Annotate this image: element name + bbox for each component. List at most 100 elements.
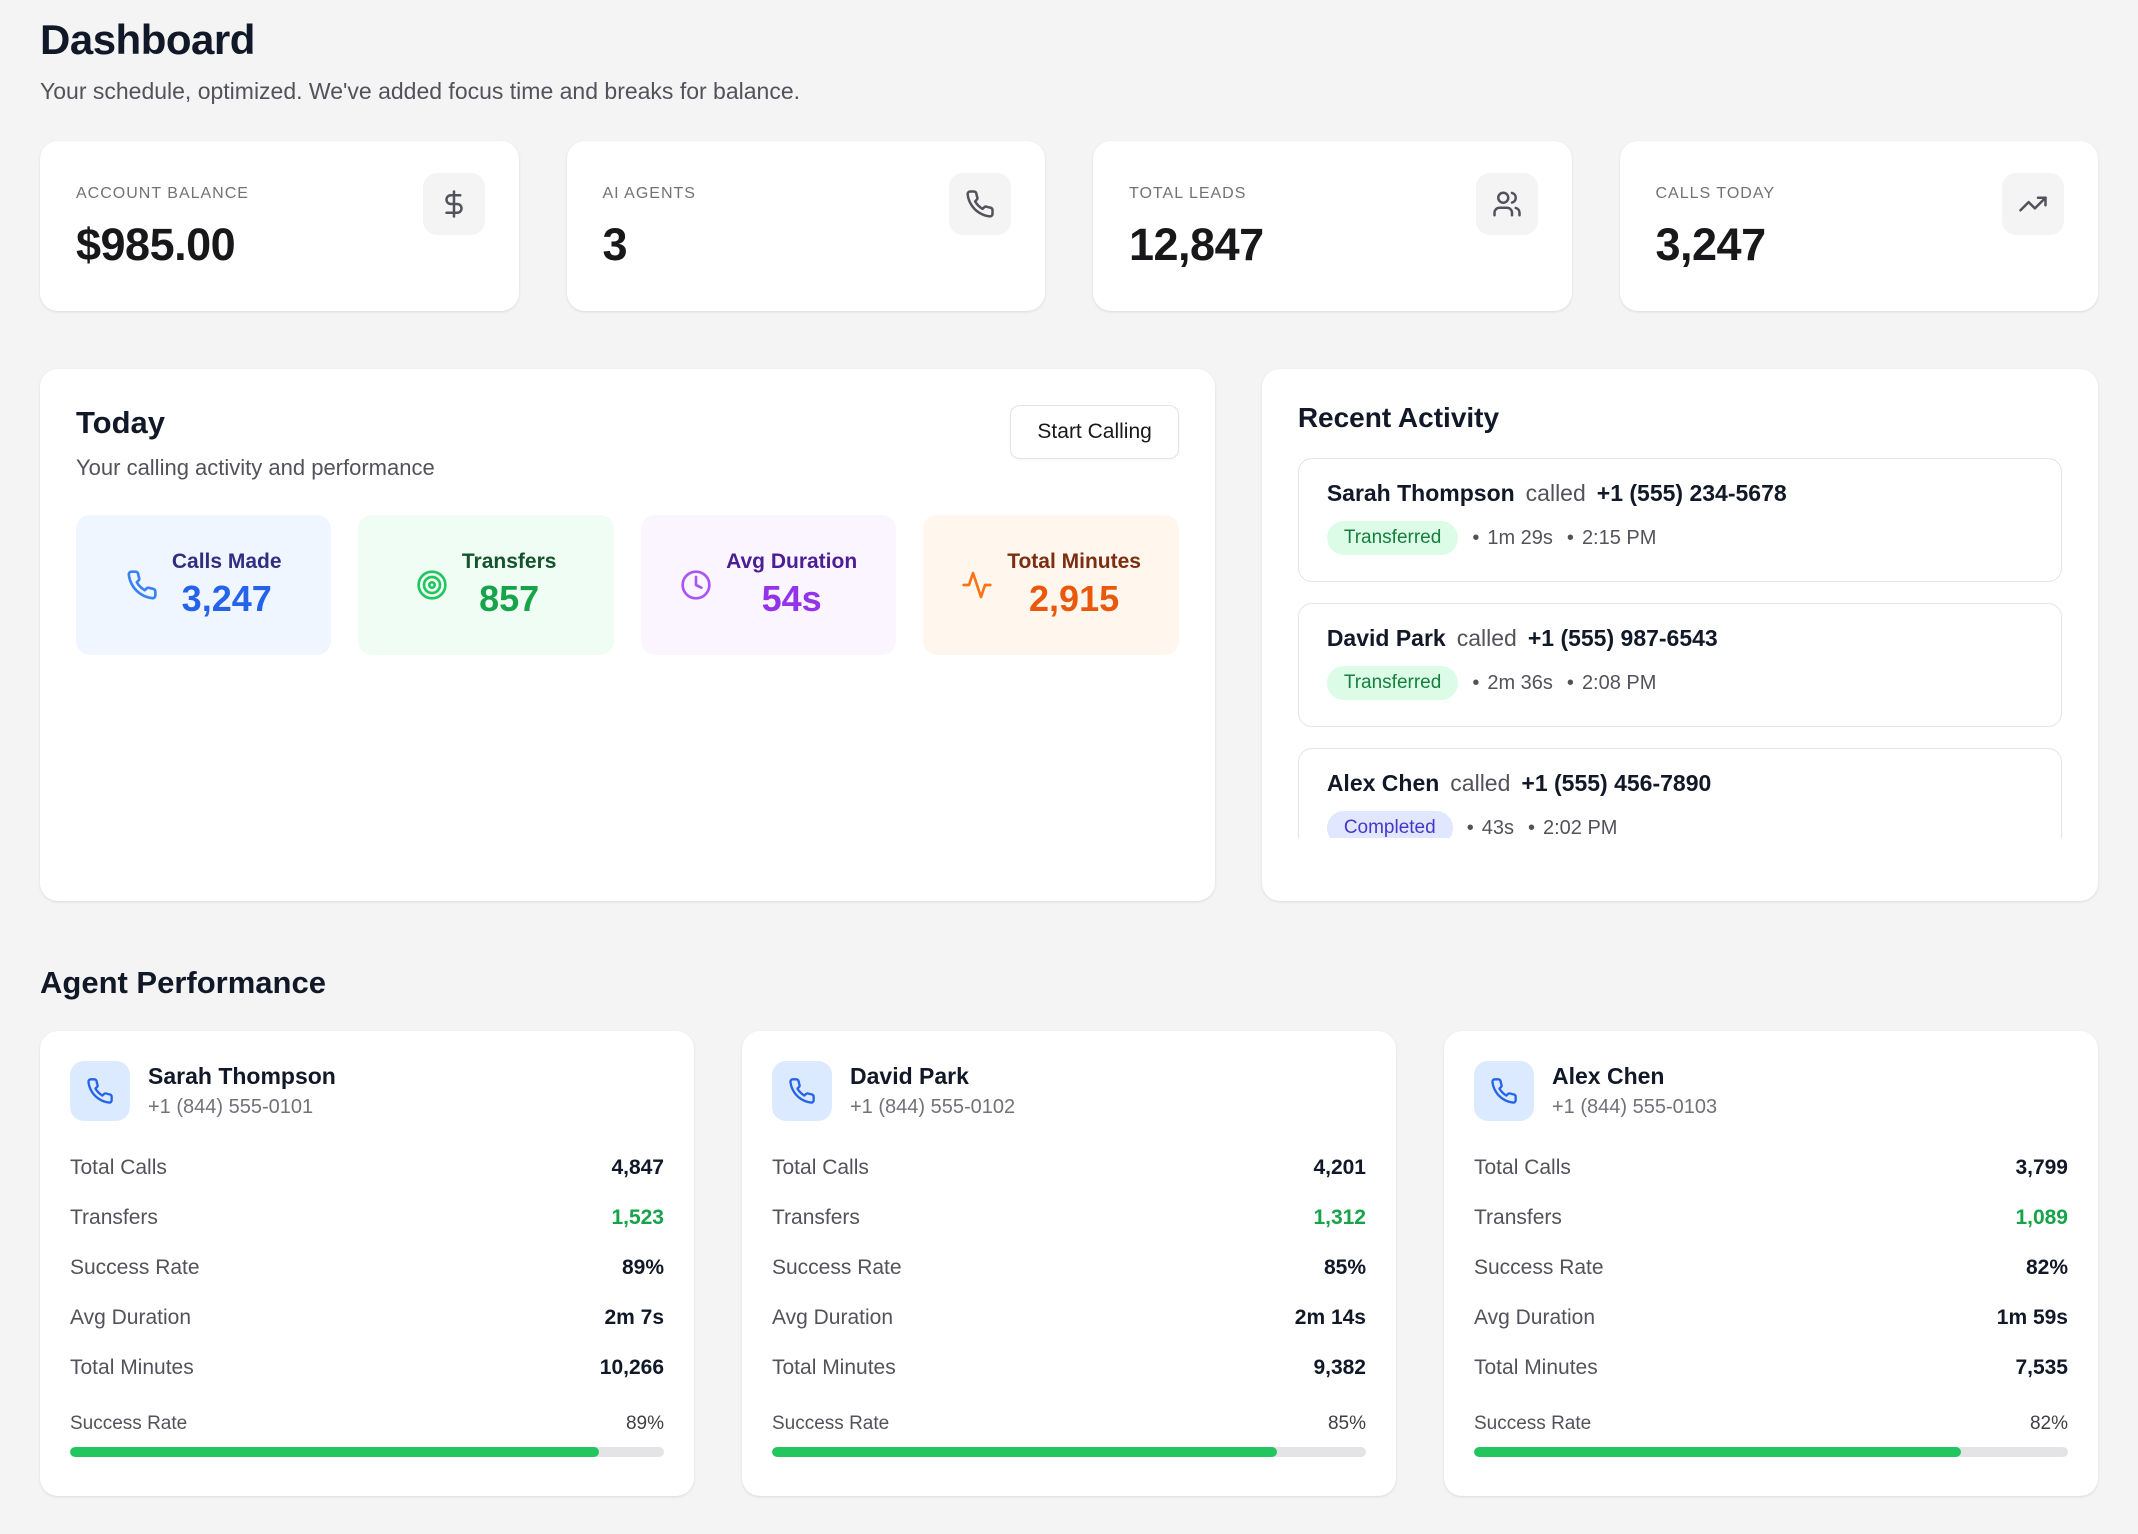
success-rate-progressbar (70, 1447, 664, 1457)
target-icon (416, 569, 448, 601)
metric-label: Total Minutes (1007, 550, 1141, 574)
metric-label: Transfers (462, 550, 557, 574)
called-number: +1 (555) 987-6543 (1528, 625, 1718, 652)
today-card: Today Your calling activity and performa… (40, 369, 1215, 901)
agent-card-david-park: David Park +1 (844) 555-0102 Total Calls… (742, 1031, 1396, 1496)
dot-separator: • (1472, 672, 1479, 695)
row-label: Total Calls (1474, 1156, 1571, 1180)
metric-value: 3,247 (182, 578, 272, 620)
agent-name: Alex Chen (1552, 1063, 1717, 1090)
agent-card-alex-chen: Alex Chen +1 (844) 555-0103 Total Calls 3… (1444, 1031, 2098, 1496)
total-calls-value: 4,201 (1313, 1156, 1366, 1180)
row-label: Total Calls (772, 1156, 869, 1180)
page-title: Dashboard (40, 16, 2098, 64)
progress-percent: 85% (1328, 1413, 1366, 1435)
row-label: Transfers (1474, 1206, 1562, 1230)
page-subtitle: Your schedule, optimized. We've added fo… (40, 78, 2098, 105)
avg-duration-value: 1m 59s (1997, 1306, 2068, 1330)
agent-name: Sarah Thompson (148, 1063, 336, 1090)
success-rate-progressbar (1474, 1447, 2068, 1457)
stat-value: 3,247 (1656, 219, 2063, 271)
status-badge: Transferred (1327, 666, 1459, 700)
row-label: Avg Duration (772, 1306, 893, 1330)
phone-icon (772, 1061, 832, 1121)
called-number: +1 (555) 456-7890 (1521, 770, 1711, 797)
phone-icon (1474, 1061, 1534, 1121)
success-rate-value: 82% (2026, 1256, 2068, 1280)
dot-separator: • (1472, 527, 1479, 550)
metric-calls-made: Calls Made 3,247 (76, 515, 331, 655)
stat-card-total-leads: TOTAL LEADS 12,847 (1093, 141, 1572, 311)
success-rate-progressbar (772, 1447, 1366, 1457)
stat-value: 12,847 (1129, 219, 1536, 271)
row-label: Success Rate (772, 1256, 902, 1280)
row-label: Transfers (772, 1206, 860, 1230)
status-badge: Transferred (1327, 521, 1459, 555)
dot-separator: • (1567, 672, 1574, 695)
action-text: called (1450, 770, 1510, 797)
agent-phone: +1 (844) 555-0102 (850, 1096, 1015, 1119)
dot-separator: • (1567, 527, 1574, 550)
row-label: Success Rate (70, 1256, 200, 1280)
main-row: Today Your calling activity and performa… (40, 369, 2098, 901)
activity-item[interactable]: Sarah Thompson called +1 (555) 234-5678 … (1298, 458, 2062, 582)
transfers-value: 1,312 (1313, 1206, 1366, 1230)
action-text: called (1457, 625, 1517, 652)
metric-value: 54s (762, 578, 822, 620)
progress-label: Success Rate (70, 1413, 187, 1435)
total-calls-value: 3,799 (2015, 1156, 2068, 1180)
row-label: Success Rate (1474, 1256, 1604, 1280)
transfers-value: 1,523 (611, 1206, 664, 1230)
action-text: called (1526, 480, 1586, 507)
users-icon (1476, 173, 1538, 235)
stat-value: 3 (603, 219, 1010, 271)
call-time: 2:02 PM (1543, 817, 1617, 839)
stat-card-account-balance: ACCOUNT BALANCE $985.00 (40, 141, 519, 311)
row-label: Total Calls (70, 1156, 167, 1180)
progress-label: Success Rate (1474, 1413, 1591, 1435)
agent-phone: +1 (844) 555-0103 (1552, 1096, 1717, 1119)
recent-activity-list[interactable]: Sarah Thompson called +1 (555) 234-5678 … (1298, 458, 2062, 838)
call-time: 2:15 PM (1582, 527, 1656, 550)
today-subtitle: Your calling activity and performance (76, 455, 435, 481)
success-rate-value: 89% (622, 1256, 664, 1280)
call-duration: 1m 29s (1487, 527, 1553, 550)
dot-separator: • (1467, 817, 1474, 839)
metric-transfers: Transfers 857 (358, 515, 613, 655)
status-badge: Completed (1327, 811, 1453, 838)
stat-card-calls-today: CALLS TODAY 3,247 (1620, 141, 2099, 311)
avg-duration-value: 2m 7s (604, 1306, 664, 1330)
phone-icon (70, 1061, 130, 1121)
dot-separator: • (1528, 817, 1535, 839)
call-duration: 43s (1482, 817, 1514, 839)
row-label: Avg Duration (70, 1306, 191, 1330)
call-duration: 2m 36s (1487, 672, 1553, 695)
transfers-value: 1,089 (2015, 1206, 2068, 1230)
recent-activity-card: Recent Activity Sarah Thompson called +1… (1262, 369, 2098, 901)
agent-performance-title: Agent Performance (40, 965, 2098, 1001)
metric-label: Calls Made (172, 550, 282, 574)
success-rate-value: 85% (1324, 1256, 1366, 1280)
clock-icon (680, 569, 712, 601)
activity-icon (961, 569, 993, 601)
phone-icon (126, 569, 158, 601)
stat-label: TOTAL LEADS (1129, 185, 1536, 203)
progress-percent: 82% (2030, 1413, 2068, 1435)
phone-icon (949, 173, 1011, 235)
stats-row: ACCOUNT BALANCE $985.00 AI AGENTS 3 TOTA… (40, 141, 2098, 311)
caller-name: Alex Chen (1327, 770, 1439, 797)
trending-up-icon (2002, 173, 2064, 235)
call-time: 2:08 PM (1582, 672, 1656, 695)
total-minutes-value: 9,382 (1313, 1356, 1366, 1380)
activity-item[interactable]: David Park called +1 (555) 987-6543 Tran… (1298, 603, 2062, 727)
agent-card-sarah-thompson: Sarah Thompson +1 (844) 555-0101 Total C… (40, 1031, 694, 1496)
dashboard-page: Dashboard Your schedule, optimized. We'v… (0, 0, 2138, 1520)
agent-phone: +1 (844) 555-0101 (148, 1096, 336, 1119)
total-calls-value: 4,847 (611, 1156, 664, 1180)
avg-duration-value: 2m 14s (1295, 1306, 1366, 1330)
metric-label: Avg Duration (726, 550, 857, 574)
activity-item[interactable]: Alex Chen called +1 (555) 456-7890 Compl… (1298, 748, 2062, 838)
metric-avg-duration: Avg Duration 54s (641, 515, 896, 655)
metric-value: 2,915 (1029, 578, 1119, 620)
start-calling-button[interactable]: Start Calling (1010, 405, 1178, 459)
